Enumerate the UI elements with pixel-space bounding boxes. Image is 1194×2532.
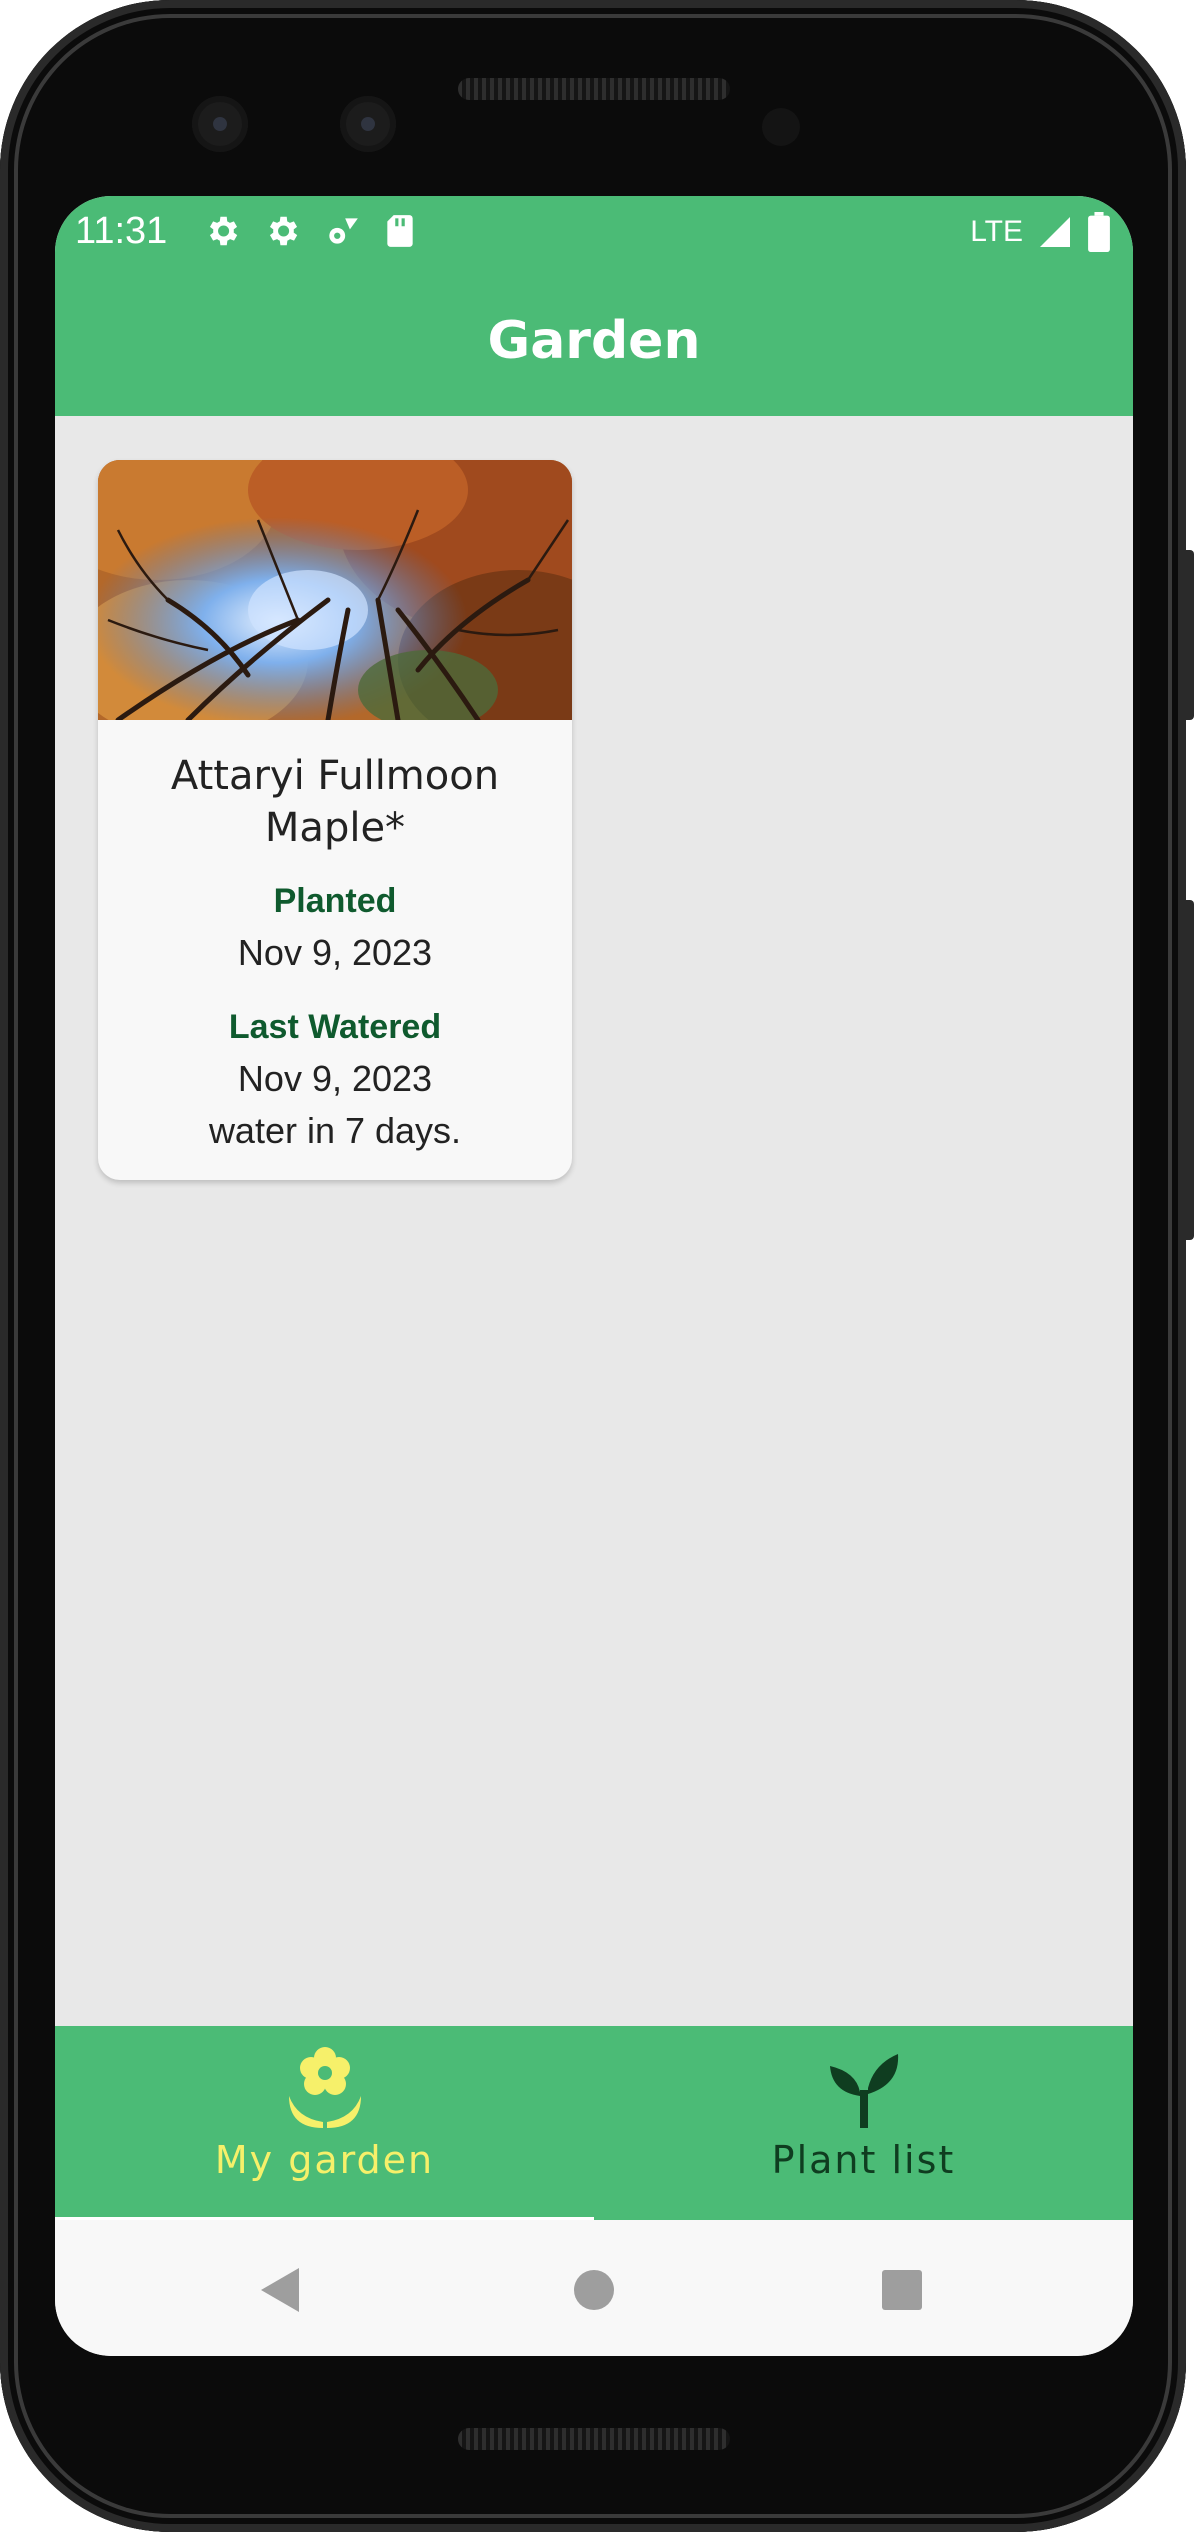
- status-system-icons: LTE: [970, 212, 1111, 252]
- status-bar: 11:31 LTE: [55, 196, 1133, 266]
- tab-my-garden[interactable]: My garden: [55, 2026, 594, 2220]
- status-time: 11:31: [75, 210, 168, 252]
- plant-photo: [98, 460, 572, 720]
- battery-icon: [1088, 212, 1110, 252]
- water-schedule-note: water in 7 days.: [208, 1110, 462, 1151]
- maple-canopy-image: [98, 460, 572, 720]
- home-icon[interactable]: [572, 2264, 616, 2316]
- bottom-navigation: My garden Plant list: [55, 2026, 1133, 2220]
- volume-button: [1182, 900, 1194, 1240]
- system-navigation-bar: [55, 2220, 1133, 2356]
- screen: 11:31 LTE Garden Attaryi Fullmoon Maple*…: [55, 196, 1133, 2356]
- settings-network-icon: [329, 218, 358, 244]
- sprout-icon: [829, 2054, 898, 2128]
- bottom-speaker: [458, 2428, 730, 2450]
- flower-icon: [288, 2047, 361, 2128]
- gear-icon: [269, 216, 298, 246]
- recents-icon[interactable]: [880, 2264, 924, 2316]
- tab-plant-list[interactable]: Plant list: [594, 2026, 1133, 2220]
- planted-date: Nov 9, 2023: [237, 932, 433, 973]
- status-notification-icons: [203, 212, 417, 250]
- network-type: LTE: [970, 215, 1023, 248]
- signal-icon: [1040, 217, 1070, 247]
- top-speaker: [458, 78, 730, 100]
- planted-label: Planted: [273, 882, 397, 920]
- plant-name: Attaryi Fullmoon Maple*: [170, 753, 500, 851]
- phone-frame: 11:31 LTE Garden Attaryi Fullmoon Maple*…: [0, 0, 1194, 2532]
- page-title: Garden: [487, 311, 701, 371]
- front-camera-right: [340, 96, 396, 152]
- back-icon[interactable]: [255, 2264, 303, 2316]
- power-button: [1182, 550, 1194, 720]
- garden-plant-card[interactable]: Attaryi Fullmoon Maple* Planted Nov 9, 2…: [98, 460, 572, 1180]
- last-watered-date: Nov 9, 2023: [237, 1058, 433, 1099]
- app-bar: Garden: [55, 266, 1133, 416]
- proximity-sensor: [762, 108, 800, 146]
- garden-list: Attaryi Fullmoon Maple* Planted Nov 9, 2…: [55, 416, 1133, 2220]
- last-watered-label: Last Watered: [228, 1008, 442, 1046]
- gear-icon: [209, 216, 238, 246]
- front-camera-left: [192, 96, 248, 152]
- tab-my-garden-label: My garden: [214, 2138, 435, 2182]
- tab-plant-list-label: Plant list: [771, 2138, 956, 2182]
- sd-card-icon: [387, 215, 413, 247]
